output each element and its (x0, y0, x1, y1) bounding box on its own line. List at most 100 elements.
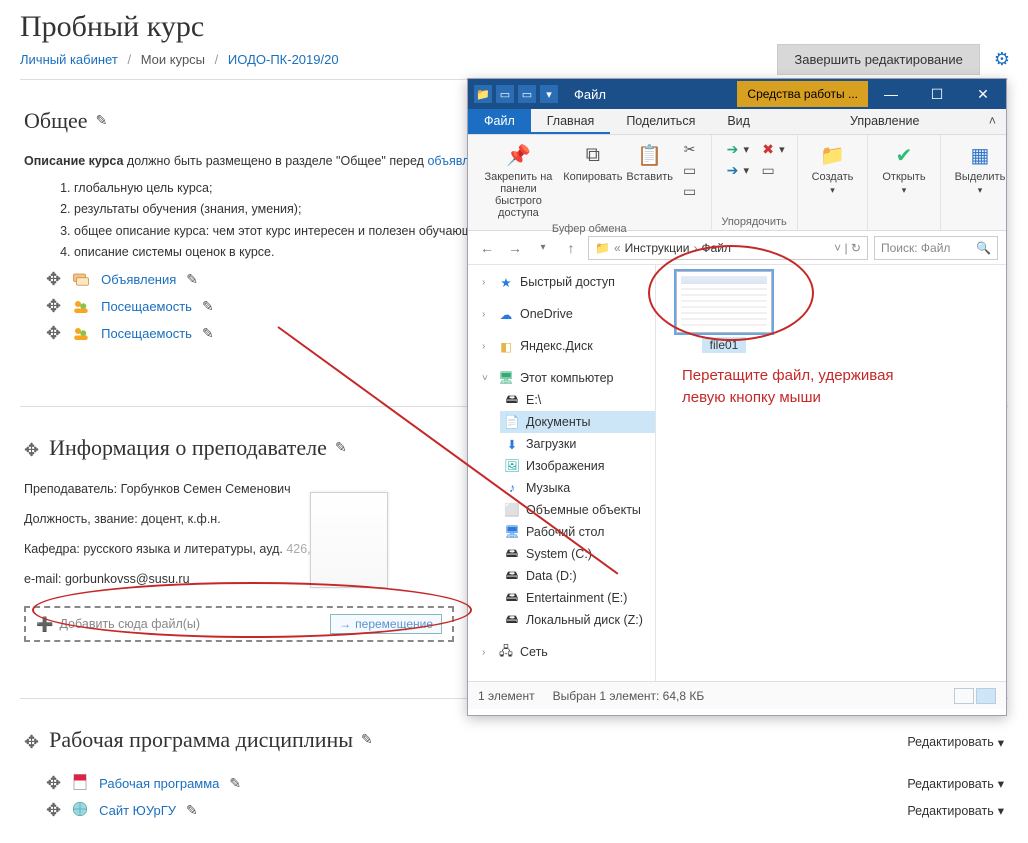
move-section-handle-icon[interactable]: ✥ (24, 732, 39, 753)
edit-section-link[interactable]: Редактировать ▾ (907, 735, 1004, 750)
edit-teacher-icon[interactable]: ✎ (335, 440, 347, 457)
edit-general-icon[interactable]: ✎ (96, 113, 108, 130)
path-crumb[interactable]: Инструкции (625, 241, 690, 255)
folder-icon: 📁 (595, 241, 610, 255)
shortcut-icon: ▭ (681, 182, 699, 200)
nav-quick-access[interactable]: ›★Быстрый доступ (478, 271, 655, 293)
nav-desktop[interactable]: 🖥Рабочий стол (500, 521, 655, 543)
network-icon: 🖧 (498, 644, 514, 660)
pin-button[interactable]: 📌Закрепить на панели быстрого доступа (478, 139, 559, 221)
nav-drive-d[interactable]: 🖴Data (D:) (500, 565, 655, 587)
nav-pictures[interactable]: 🖼Изображения (500, 455, 655, 477)
address-bar[interactable]: 📁 « Инструкции › Файл ˅ | ↻ (588, 236, 868, 260)
copyto-icon: ➔ (724, 161, 742, 179)
ribbon-tab-home[interactable]: Главная (531, 109, 611, 134)
drive-icon: 🖴 (504, 590, 520, 606)
qa-dropdown-icon[interactable]: ▾ (540, 85, 558, 103)
yadisk-icon: ◧ (498, 338, 514, 354)
breadcrumb-course[interactable]: ИОДО-ПК-2019/20 (228, 52, 339, 67)
edit-resource-link[interactable]: Редактировать ▾ (907, 803, 1004, 818)
moveto-button[interactable]: ➔▾ (722, 139, 752, 159)
pictures-icon: 🖼 (504, 458, 520, 474)
gear-icon[interactable]: ⚙ (994, 49, 1010, 70)
nav-yandex-disk[interactable]: ›◧Яндекс.Диск (478, 335, 655, 357)
navigation-pane[interactable]: ›★Быстрый доступ ›☁OneDrive ›◧Яндекс.Дис… (468, 265, 656, 681)
caret-down-icon: ▾ (998, 803, 1004, 818)
open-button[interactable]: ✔Открыть▾ (878, 139, 929, 198)
nav-this-pc[interactable]: ˅🖥Этот компьютер (478, 367, 655, 389)
move-handle-icon[interactable]: ✥ (46, 800, 61, 821)
paste-shortcut-button[interactable]: ▭ (679, 181, 701, 201)
view-thumbs-button[interactable] (976, 688, 996, 704)
delete-button[interactable]: ✖▾ (757, 139, 787, 159)
move-section-handle-icon[interactable]: ✥ (24, 440, 39, 461)
nav-drive-c[interactable]: 🖴System (C:) (500, 543, 655, 565)
edit-attendance-icon[interactable]: ✎ (202, 325, 214, 342)
nav-onedrive[interactable]: ›☁OneDrive (478, 303, 655, 325)
qa-icon: ▭ (496, 85, 514, 103)
ribbon-tab-file[interactable]: Файл (468, 109, 531, 134)
edit-resource-icon[interactable]: ✎ (229, 775, 241, 792)
open-icon: ✔ (890, 141, 918, 169)
resource-site[interactable]: Сайт ЮУрГУ (99, 803, 176, 818)
nav-drive-e2[interactable]: 🖴Entertainment (E:) (500, 587, 655, 609)
new-folder-icon: 📁 (818, 141, 846, 169)
edit-resource-link[interactable]: Редактировать ▾ (907, 776, 1004, 791)
path-crumb[interactable]: Файл (701, 241, 731, 255)
activity-attendance[interactable]: Посещаемость (101, 299, 192, 314)
paste-button[interactable]: 📋Вставить (627, 139, 673, 185)
move-handle-icon[interactable]: ✥ (46, 296, 61, 317)
maximize-button[interactable]: ☐ (914, 79, 960, 109)
nav-drive-e[interactable]: 🖴E:\ (500, 389, 655, 411)
file-thumbnail[interactable]: file01 (668, 271, 780, 353)
move-handle-icon[interactable]: ✥ (46, 269, 61, 290)
activity-forum[interactable]: Объявления (101, 272, 176, 287)
ribbon-tab-view[interactable]: Вид (711, 109, 766, 134)
edit-resource-icon[interactable]: ✎ (186, 802, 198, 819)
resource-program[interactable]: Рабочая программа (99, 776, 219, 791)
window-titlebar[interactable]: 📁 ▭ ▭ ▾ Файл Средства работы ... — ☐ ✕ (468, 79, 1006, 109)
nav-3d-objects[interactable]: ⬜Объемные объекты (500, 499, 655, 521)
copy-button[interactable]: ⧉Копировать (565, 139, 621, 185)
close-button[interactable]: ✕ (960, 79, 1006, 109)
nav-drive-z[interactable]: 🖴Локальный диск (Z:) (500, 609, 655, 631)
finish-editing-button[interactable]: Завершить редактирование (777, 44, 980, 75)
folder-icon: 📁 (474, 85, 492, 103)
edit-program-icon[interactable]: ✎ (361, 732, 373, 749)
context-tab[interactable]: Средства работы ... (737, 81, 868, 107)
nav-network[interactable]: ›🖧Сеть (478, 641, 655, 663)
edit-forum-icon[interactable]: ✎ (186, 271, 198, 288)
move-handle-icon[interactable]: ✥ (46, 773, 61, 794)
nav-documents[interactable]: 📄Документы (500, 411, 655, 433)
cut-button[interactable]: ✂ (679, 139, 701, 159)
cube-icon: ⬜ (504, 502, 520, 518)
file-dropzone[interactable]: ➕ Добавить сюда файл(ы) →перемещение (24, 606, 454, 642)
select-button[interactable]: ▦Выделить▾ (951, 139, 1010, 198)
file-explorer-window: 📁 ▭ ▭ ▾ Файл Средства работы ... — ☐ ✕ Ф… (467, 78, 1007, 716)
breadcrumb-home[interactable]: Личный кабинет (20, 52, 118, 67)
ribbon-collapse-icon[interactable]: ˄ (979, 109, 1006, 134)
view-details-button[interactable] (954, 688, 974, 704)
nav-forward-button[interactable]: → (504, 237, 526, 259)
nav-downloads[interactable]: ⬇Загрузки (500, 433, 655, 455)
nav-history-button[interactable]: ▾ (532, 237, 554, 259)
copypath-button[interactable]: ▭ (679, 160, 701, 180)
nav-music[interactable]: ♪Музыка (500, 477, 655, 499)
edit-attendance-icon[interactable]: ✎ (202, 298, 214, 315)
minimize-button[interactable]: — (868, 79, 914, 109)
file-list-pane[interactable]: file01 (656, 265, 1006, 681)
search-input[interactable]: Поиск: Файл 🔍 (874, 236, 998, 260)
add-icon: ➕ (36, 616, 53, 633)
status-count: 1 элемент (478, 689, 535, 703)
rename-button[interactable]: ▭ (757, 160, 787, 180)
file-label: file01 (702, 337, 747, 353)
new-folder-button[interactable]: 📁Создать▾ (808, 139, 858, 198)
nav-back-button[interactable]: ← (476, 237, 498, 259)
copyto-button[interactable]: ➔▾ (722, 160, 752, 180)
move-handle-icon[interactable]: ✥ (46, 323, 61, 344)
ribbon-tab-share[interactable]: Поделиться (610, 109, 711, 134)
activity-attendance-2[interactable]: Посещаемость (101, 326, 192, 341)
documents-icon: 📄 (504, 414, 520, 430)
ribbon-tab-manage[interactable]: Управление (834, 109, 936, 134)
nav-up-button[interactable]: ↑ (560, 237, 582, 259)
